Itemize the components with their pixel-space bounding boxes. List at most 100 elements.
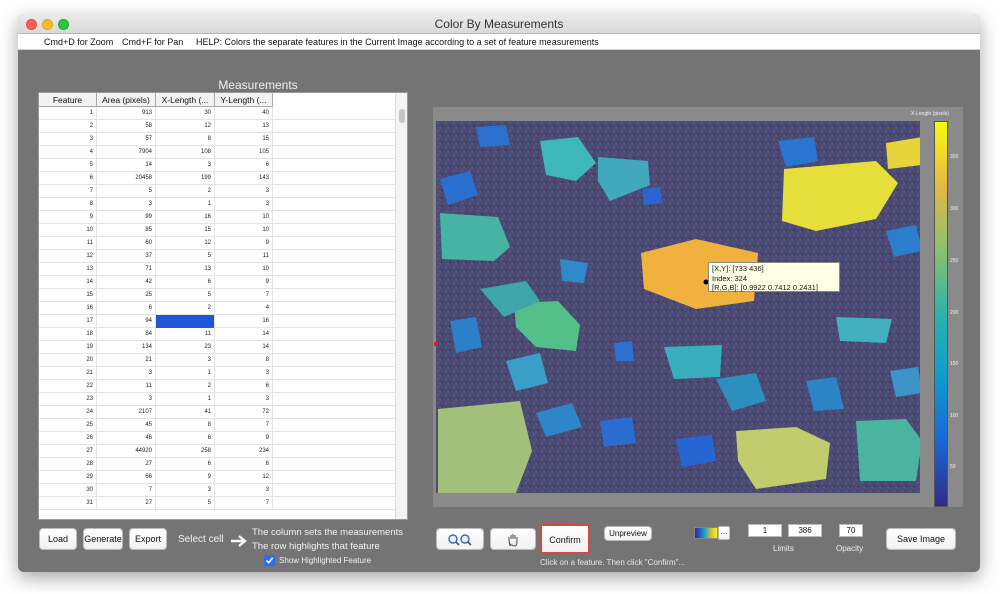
table-row[interactable]: 6 20458 199 143 [39,172,395,185]
column-header-x-length[interactable]: X-Length (... [156,93,215,107]
table-row[interactable]: 21 3 1 3 [39,367,395,380]
table-cell[interactable]: 12 [39,250,97,263]
table-cell[interactable]: 44920 [97,445,156,458]
table-cell[interactable]: 37 [97,250,156,263]
table-cell[interactable]: 10 [215,263,273,276]
table-cell[interactable]: 4 [39,146,97,159]
table-cell[interactable]: 5 [39,159,97,172]
table-cell[interactable]: 31 [39,497,97,510]
table-cell[interactable]: 6 [156,458,215,471]
upper-limit-field[interactable]: 386 [788,524,822,537]
table-cell[interactable]: 3 [39,133,97,146]
table-cell[interactable]: 9 [156,315,215,328]
table-cell[interactable]: 17 [39,315,97,328]
table-cell[interactable]: 21 [39,367,97,380]
table-cell[interactable]: 23 [39,393,97,406]
table-cell[interactable]: 15 [215,133,273,146]
table-cell[interactable]: 3 [97,367,156,380]
table-cell[interactable]: 66 [97,471,156,484]
table-cell[interactable]: 3 [215,484,273,497]
table-cell[interactable]: 3 [215,367,273,380]
table-cell[interactable]: 16 [156,211,215,224]
table-cell[interactable]: 7 [215,289,273,302]
table-row[interactable]: 26 46 6 9 [39,432,395,445]
table-row[interactable]: 8313 [39,198,395,211]
table-cell[interactable]: 4 [215,302,273,315]
table-cell[interactable]: 9 [156,471,215,484]
export-button[interactable]: Export [129,528,167,550]
table-cell[interactable]: 134 [97,341,156,354]
table-cell[interactable]: 10 [215,224,273,237]
table-row[interactable]: 12 37 5 11 [39,250,395,263]
table-cell[interactable]: 3 [97,198,156,211]
table-cell[interactable]: 15 [39,289,97,302]
table-cell[interactable]: 1 [156,198,215,211]
table-cell[interactable]: 15 [156,224,215,237]
colormap-swatch[interactable] [694,527,718,539]
table-cell[interactable]: 6 [215,380,273,393]
table-cell[interactable]: 28 [39,458,97,471]
table-scrollbar[interactable] [395,93,407,519]
table-cell[interactable]: 14 [215,341,273,354]
opacity-field[interactable]: 70 [839,524,863,537]
save-image-button[interactable]: Save Image [886,528,956,550]
table-cell[interactable]: 21 [97,354,156,367]
table-cell[interactable]: 26 [39,432,97,445]
generate-button[interactable]: Generate [83,528,123,550]
table-cell[interactable]: 9 [215,432,273,445]
table-cell[interactable]: 99 [97,211,156,224]
table-cell[interactable]: 20458 [97,172,156,185]
column-header-y-length[interactable]: Y-Length (... [215,93,273,107]
table-cell[interactable]: 143 [215,172,273,185]
table-cell[interactable]: 30 [156,107,215,120]
table-cell[interactable]: 6 [97,302,156,315]
table-row[interactable]: 24 2107 41 72 [39,406,395,419]
lower-limit-field[interactable]: 1 [748,524,782,537]
table-row[interactable]: 22 11 2 6 [39,380,395,393]
table-cell[interactable]: 5 [156,289,215,302]
table-cell[interactable]: 45 [97,419,156,432]
table-cell[interactable]: 10 [39,224,97,237]
show-highlighted-checkbox[interactable] [264,555,275,566]
measurements-table[interactable]: Feature Area (pixels) X-Length (... Y-Le… [38,92,408,520]
table-cell[interactable]: 11 [156,328,215,341]
table-cell[interactable]: 7 [215,419,273,432]
table-cell[interactable]: 8 [156,419,215,432]
table-cell[interactable]: 25 [97,289,156,302]
table-cell[interactable]: 2 [156,185,215,198]
table-row[interactable]: 5 14 3 6 [39,159,395,172]
table-cell[interactable]: 57 [97,133,156,146]
table-cell[interactable]: 105 [215,146,273,159]
table-cell[interactable]: 20 [39,354,97,367]
table-cell[interactable]: 8 [39,198,97,211]
table-cell[interactable]: 6 [215,159,273,172]
zoom-button[interactable] [436,528,484,550]
table-cell[interactable]: 16 [39,302,97,315]
table-cell[interactable]: 13 [156,263,215,276]
column-header-area[interactable]: Area (pixels) [97,93,156,107]
column-header-feature[interactable]: Feature [39,93,97,107]
table-cell[interactable]: 8 [215,354,273,367]
table-cell[interactable]: 9 [39,211,97,224]
colormap-more-button[interactable]: ... [718,526,730,540]
table-cell[interactable]: 13 [215,120,273,133]
table-cell[interactable]: 11 [97,380,156,393]
table-cell[interactable]: 3 [156,484,215,497]
table-cell[interactable]: 58 [97,120,156,133]
table-cell[interactable]: 60 [97,237,156,250]
table-cell[interactable]: 8 [156,133,215,146]
table-row[interactable]: 1 913 30 40 [39,107,395,120]
table-cell[interactable]: 9 [215,237,273,250]
table-cell[interactable]: 3 [156,354,215,367]
table-row[interactable]: 3 57 8 15 [39,133,395,146]
table-cell[interactable]: 6 [156,276,215,289]
table-cell[interactable]: 84 [97,328,156,341]
table-row[interactable]: 9 99 16 10 [39,211,395,224]
table-cell[interactable]: 46 [97,432,156,445]
table-cell[interactable]: 7 [97,484,156,497]
table-cell[interactable]: 85 [97,224,156,237]
table-cell[interactable]: 3 [156,159,215,172]
table-cell[interactable]: 108 [156,146,215,159]
table-row[interactable]: 4 7904 108 105 [39,146,395,159]
table-cell[interactable]: 18 [39,328,97,341]
